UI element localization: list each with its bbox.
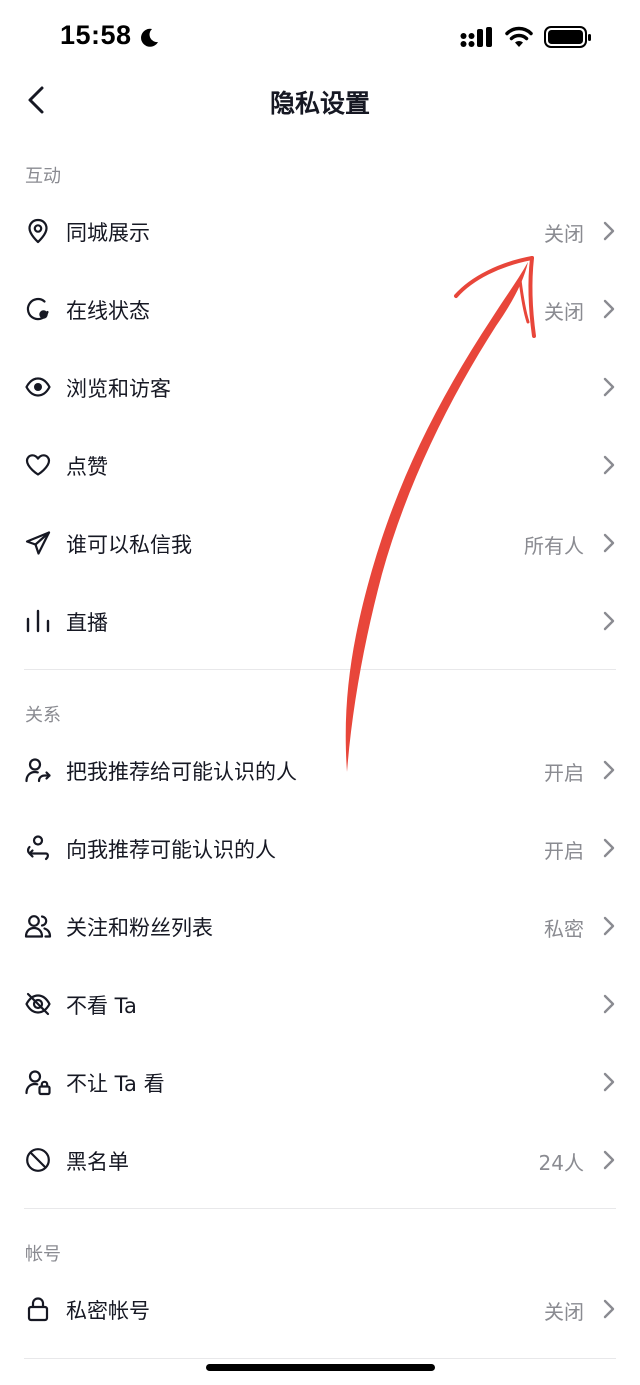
eye-icon xyxy=(25,377,51,397)
live-bars-icon xyxy=(26,609,50,633)
chevron-right-icon xyxy=(603,221,615,241)
chevron-right-icon xyxy=(603,994,615,1014)
page-title: 隐私设置 xyxy=(269,89,370,118)
row-value: 关闭 xyxy=(544,222,584,246)
chevron-right-icon xyxy=(603,838,615,858)
row-blacklist[interactable]: 黑名单 24人 xyxy=(0,1121,640,1199)
row-value: 关闭 xyxy=(544,1300,584,1324)
row-label: 不让 Ta 看 xyxy=(66,1072,165,1096)
users-icon xyxy=(24,915,52,938)
lock-icon xyxy=(27,1297,49,1322)
chevron-right-icon xyxy=(603,611,615,631)
section-divider xyxy=(24,1358,616,1359)
chevron-right-icon xyxy=(603,916,615,936)
section-divider xyxy=(24,1208,616,1209)
online-status-icon xyxy=(26,297,49,321)
row-label: 关注和粉丝列表 xyxy=(66,916,213,940)
status-bar: 15:58 xyxy=(0,0,640,76)
row-label: 向我推荐可能认识的人 xyxy=(66,838,276,862)
row-value: 所有人 xyxy=(524,534,584,558)
section-header-relations: 关系 xyxy=(25,705,61,726)
chevron-right-icon xyxy=(603,1150,615,1170)
row-value: 开启 xyxy=(544,761,584,785)
row-value: 私密 xyxy=(544,917,584,941)
row-recommend-others-to-me[interactable]: 向我推荐可能认识的人 开启 xyxy=(0,809,640,887)
chevron-right-icon xyxy=(603,299,615,319)
paper-plane-icon xyxy=(25,531,51,555)
chevron-right-icon xyxy=(603,533,615,553)
chevron-right-icon xyxy=(603,455,615,475)
row-label: 不看 Ta xyxy=(66,994,137,1018)
battery-icon xyxy=(544,26,591,48)
row-dont-see-them[interactable]: 不看 Ta xyxy=(0,965,640,1043)
row-value: 关闭 xyxy=(544,300,584,324)
row-label: 把我推荐给可能认识的人 xyxy=(66,760,297,784)
heart-icon xyxy=(25,454,51,476)
wifi-icon xyxy=(505,26,533,47)
row-online-status[interactable]: 在线状态 关闭 xyxy=(0,270,640,348)
row-label: 谁可以私信我 xyxy=(66,533,192,557)
row-dont-let-them-see[interactable]: 不让 Ta 看 xyxy=(0,1043,640,1121)
eye-off-icon xyxy=(25,992,51,1016)
home-indicator[interactable] xyxy=(206,1364,435,1371)
user-lock-icon xyxy=(25,1070,51,1096)
row-label: 私密帐号 xyxy=(66,1299,150,1323)
chevron-right-icon xyxy=(603,1299,615,1319)
cellular-signal-icon xyxy=(460,27,492,47)
row-browse-visitors[interactable]: 浏览和访客 xyxy=(0,348,640,426)
row-live[interactable]: 直播 xyxy=(0,582,640,660)
row-who-can-message[interactable]: 谁可以私信我 所有人 xyxy=(0,504,640,582)
row-label: 浏览和访客 xyxy=(66,377,171,401)
section-header-account: 帐号 xyxy=(25,1244,61,1265)
row-likes[interactable]: 点赞 xyxy=(0,426,640,504)
chevron-right-icon xyxy=(603,377,615,397)
chevron-right-icon xyxy=(603,760,615,780)
row-label: 同城展示 xyxy=(66,221,150,245)
row-label: 直播 xyxy=(66,611,108,635)
section-header-interaction: 互动 xyxy=(25,166,61,187)
nav-bar: 隐私设置 xyxy=(0,76,640,124)
block-icon xyxy=(26,1148,50,1172)
row-value: 开启 xyxy=(544,839,584,863)
moon-icon xyxy=(141,28,158,47)
row-label: 点赞 xyxy=(66,455,108,479)
row-private-account[interactable]: 私密帐号 关闭 xyxy=(0,1270,640,1348)
user-recommend-icon xyxy=(26,835,49,861)
row-nearby-display[interactable]: 同城展示 关闭 xyxy=(0,192,640,270)
section-divider xyxy=(24,669,616,670)
row-value: 24人 xyxy=(538,1151,584,1175)
chevron-right-icon xyxy=(603,1072,615,1092)
row-recommend-me-to-others[interactable]: 把我推荐给可能认识的人 开启 xyxy=(0,731,640,809)
user-share-icon xyxy=(25,758,51,783)
row-follow-fans-list[interactable]: 关注和粉丝列表 私密 xyxy=(0,887,640,965)
location-pin-icon xyxy=(28,218,48,244)
status-time: 15:58 xyxy=(60,20,132,50)
row-label: 在线状态 xyxy=(66,299,150,323)
row-label: 黑名单 xyxy=(66,1150,129,1174)
